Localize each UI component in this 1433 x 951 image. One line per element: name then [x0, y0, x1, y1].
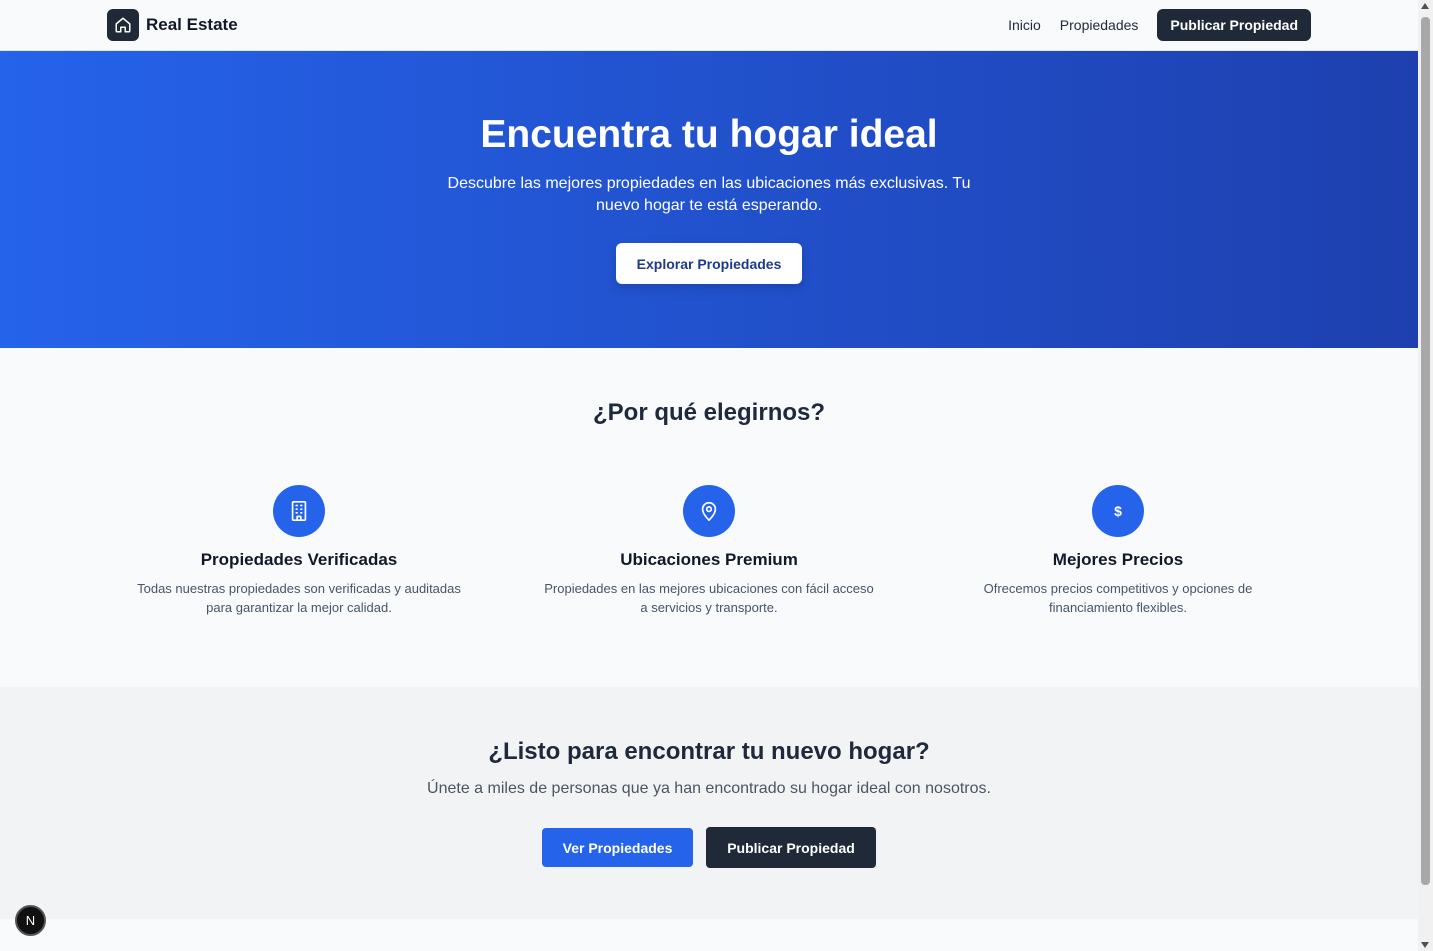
- cta-section: ¿Listo para encontrar tu nuevo hogar? Ún…: [0, 687, 1418, 919]
- page-scrollbar[interactable]: [1418, 0, 1433, 951]
- cta-title: ¿Listo para encontrar tu nuevo hogar?: [488, 738, 930, 765]
- publish-property-button[interactable]: Publicar Propiedad: [1157, 9, 1311, 41]
- hero-subtitle: Descubre las mejores propiedades en las …: [447, 175, 971, 214]
- cta-subtitle: Únete a miles de personas que ya han enc…: [427, 780, 991, 797]
- page: Real Estate Inicio Propiedades Publicar …: [0, 0, 1418, 951]
- nav-link-propiedades[interactable]: Propiedades: [1060, 17, 1139, 33]
- nav-link-inicio[interactable]: Inicio: [1008, 17, 1041, 33]
- location-pin-icon: [683, 485, 735, 537]
- building-icon: [273, 485, 325, 537]
- view-properties-button[interactable]: Ver Propiedades: [542, 828, 693, 867]
- hero-title: Encuentra tu hogar ideal: [480, 113, 938, 156]
- nextjs-dev-indicator-icon[interactable]: N: [15, 905, 46, 936]
- dollar-icon: $: [1092, 485, 1144, 537]
- features-section: ¿Por qué elegirnos? Propiedades Verifica…: [0, 348, 1418, 687]
- feature-premium-locations: Ubicaciones Premium Propiedades en las m…: [539, 485, 879, 617]
- features-title: ¿Por qué elegirnos?: [592, 399, 826, 426]
- publish-property-cta-button[interactable]: Publicar Propiedad: [706, 827, 876, 868]
- feature-description: Ofrecemos precios competitivos y opcione…: [983, 581, 1253, 615]
- main-nav: Inicio Propiedades Publicar Propiedad: [1008, 9, 1311, 41]
- scroll-down-arrow-icon[interactable]: [1421, 942, 1429, 948]
- feature-title: Propiedades Verificadas: [200, 550, 398, 569]
- feature-verified-properties: Propiedades Verificadas Todas nuestras p…: [129, 485, 469, 617]
- brand-name: Real Estate: [146, 15, 238, 34]
- feature-title: Ubicaciones Premium: [620, 550, 798, 569]
- hero-section: Encuentra tu hogar ideal Descubre las me…: [0, 51, 1418, 348]
- feature-title: Mejores Precios: [1052, 550, 1184, 569]
- feature-description: Todas nuestras propiedades son verificad…: [137, 581, 461, 615]
- scrollbar-thumb[interactable]: [1421, 17, 1430, 885]
- site-header: Real Estate Inicio Propiedades Publicar …: [0, 0, 1418, 51]
- home-icon: [107, 9, 139, 41]
- feature-description: Propiedades en las mejores ubicaciones c…: [544, 581, 874, 615]
- explore-properties-button[interactable]: Explorar Propiedades: [616, 243, 802, 284]
- scroll-up-arrow-icon[interactable]: [1421, 3, 1429, 9]
- feature-best-prices: $ Mejores Precios Ofrecemos precios comp…: [948, 485, 1288, 617]
- brand-logo[interactable]: Real Estate: [107, 9, 238, 41]
